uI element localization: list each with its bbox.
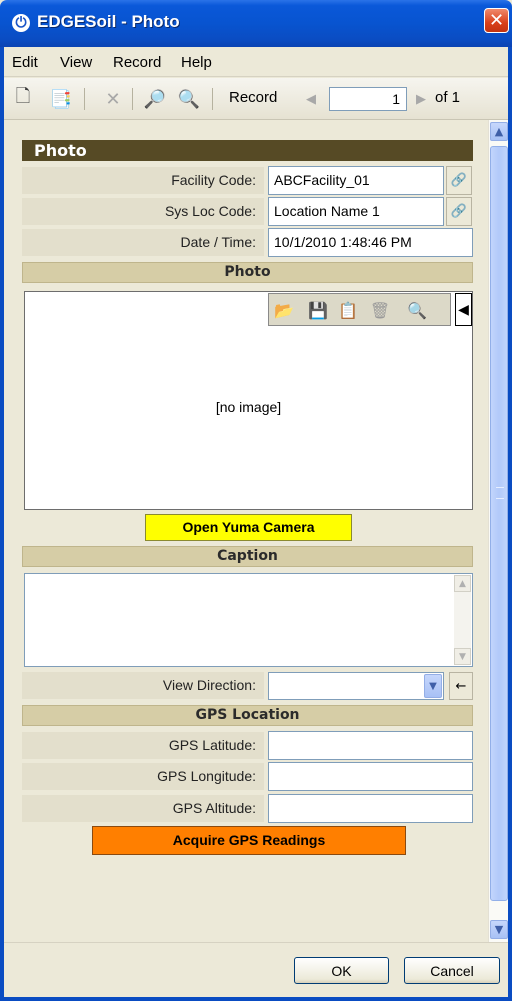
gps-altitude-label: GPS Altitude: (22, 795, 264, 822)
new-record-icon[interactable]: 🗋 (10, 86, 36, 112)
zoom-image-icon[interactable]: 🔍 (406, 299, 428, 321)
save-image-icon[interactable]: 💾 (307, 299, 329, 321)
record-label: Record (229, 89, 278, 106)
cancel-button[interactable]: Cancel (404, 957, 500, 984)
gps-section-header: GPS Location (22, 705, 473, 726)
sys-loc-code-field[interactable]: Location Name 1 (268, 197, 444, 226)
menu-bar: Edit View Record Help (4, 47, 508, 77)
collapse-arrow-icon[interactable]: ◀ (455, 293, 472, 326)
arrow-left-icon[interactable]: ← (449, 672, 473, 700)
gps-longitude-label: GPS Longitude: (22, 763, 264, 790)
date-time-field[interactable]: 10/1/2010 1:48:46 PM (268, 228, 473, 257)
window-frame-right (508, 47, 512, 1001)
link-icon[interactable]: 🔗 (446, 166, 472, 195)
date-time-label: Date / Time: (22, 229, 264, 256)
no-image-text: [no image] (215, 399, 282, 415)
menu-help[interactable]: Help (181, 54, 212, 71)
scroll-down-icon[interactable]: ▼ (490, 920, 508, 939)
facility-code-field[interactable]: ABCFacility_01 (268, 166, 444, 195)
photo-toolbar: 📂 💾 📋 🗑 🔍 (268, 293, 451, 326)
link-icon[interactable]: 🔗 (446, 197, 472, 226)
open-image-icon[interactable]: 📂 (273, 299, 295, 321)
menu-edit[interactable]: Edit (12, 54, 38, 71)
sys-loc-code-label: Sys Loc Code: (22, 198, 264, 225)
trash-icon[interactable]: 🗑 (369, 299, 391, 321)
find-icon[interactable]: 🔎 (142, 86, 168, 112)
gps-latitude-field[interactable] (268, 731, 473, 760)
dialog-button-bar: OK Cancel (4, 942, 508, 997)
previous-record-icon[interactable]: ◀ (298, 86, 324, 112)
chevron-down-icon[interactable]: ▼ (424, 674, 442, 698)
scrollbar-thumb[interactable] (490, 146, 508, 901)
gps-longitude-field[interactable] (268, 762, 473, 791)
scroll-up-icon[interactable]: ▲ (490, 122, 508, 141)
power-icon: ⏻ (12, 14, 30, 32)
delete-icon[interactable]: ✕ (100, 86, 126, 112)
window-title: EDGESoil - Photo (37, 12, 180, 31)
main-scrollbar[interactable]: ▲ ▼ (488, 120, 508, 942)
gps-latitude-label: GPS Latitude: (22, 732, 264, 759)
gps-altitude-field[interactable] (268, 794, 473, 823)
copy-record-icon[interactable]: 📑 (48, 86, 74, 112)
zoom-out-icon[interactable]: 🔍 (176, 86, 202, 112)
toolbar-separator (132, 88, 133, 110)
acquire-gps-button[interactable]: Acquire GPS Readings (92, 826, 406, 855)
next-record-icon[interactable]: ▶ (408, 86, 434, 112)
scroll-up-icon[interactable]: ▲ (454, 575, 471, 592)
ok-button[interactable]: OK (294, 957, 389, 984)
photo-viewer[interactable]: 📂 💾 📋 🗑 🔍 ◀ [no image] (24, 291, 473, 510)
paste-image-icon[interactable]: 📋 (337, 299, 359, 321)
open-yuma-camera-button[interactable]: Open Yuma Camera (145, 514, 352, 541)
menu-view[interactable]: View (60, 54, 92, 71)
view-direction-select[interactable]: ▼ (268, 672, 444, 700)
photo-section-header: Photo (22, 262, 473, 283)
record-number-input[interactable]: 1 (329, 87, 407, 111)
caption-textarea[interactable]: ▲ ▼ (24, 573, 473, 667)
facility-code-label: Facility Code: (22, 167, 264, 194)
menu-record[interactable]: Record (113, 54, 161, 71)
toolbar-separator (84, 88, 85, 110)
grip-icon (496, 487, 504, 499)
scroll-down-icon[interactable]: ▼ (454, 648, 471, 665)
window-frame-bottom (0, 997, 512, 1001)
form-header: Photo (22, 140, 473, 161)
close-button[interactable]: ✕ (484, 8, 509, 33)
toolbar-separator (212, 88, 213, 110)
caption-section-header: Caption (22, 546, 473, 567)
toolbar: 🗋 📑 ✕ 🔎 🔍 Record ◀ 1 ▶ of 1 (4, 78, 508, 120)
record-count-label: of 1 (435, 89, 461, 106)
caption-scrollbar[interactable]: ▲ ▼ (454, 575, 471, 665)
view-direction-label: View Direction: (22, 672, 264, 699)
